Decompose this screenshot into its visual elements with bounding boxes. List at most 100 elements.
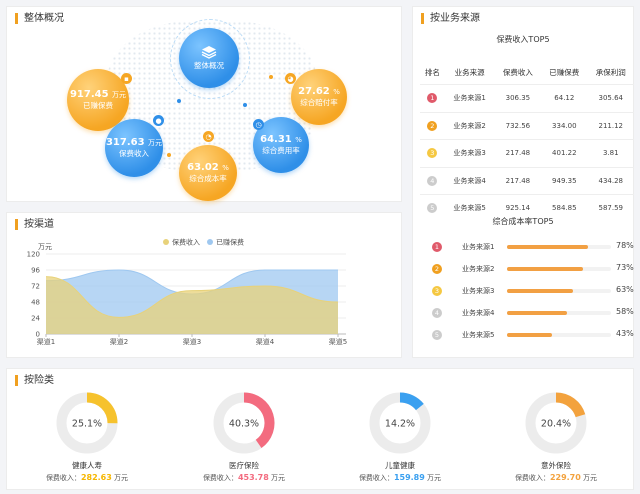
cell-earned: 949.35 (541, 166, 588, 195)
cell-income: 732.56 (494, 111, 542, 140)
overview-center-bubble[interactable]: 整体概况 (179, 28, 239, 88)
income-prefix: 保费收入： (202, 474, 238, 482)
cell-profit: 434.28 (587, 166, 634, 195)
cell-profit: 3.81 (587, 139, 634, 167)
income-value: 282.63 (80, 473, 112, 482)
overview-panel: 整体概况 整体概况 917.45 万元 已赚保费 ▪ 317.63 万元 保费收… (6, 6, 402, 202)
combined-cost-rate-bubble[interactable]: 63.02 % 综合成本率 (179, 145, 237, 201)
header-rank: 排名 (424, 67, 440, 77)
pin-icon: ● (153, 115, 164, 126)
insurance-income: 保费收入：453.78 万元 (174, 473, 314, 483)
y-tick-label: 120 (27, 251, 40, 259)
legend-swatch[interactable] (207, 239, 213, 245)
cell-profit: 305.64 (587, 84, 634, 112)
chart-icon: ◕ (285, 73, 296, 84)
y-tick-label: 72 (31, 283, 40, 291)
rank-badge: 5 (432, 330, 442, 340)
legend-swatch[interactable] (163, 239, 169, 245)
table-row[interactable]: 2 业务来源2 732.56 334.00 211.12 (420, 111, 634, 140)
legend-label[interactable]: 已赚保费 (216, 238, 244, 247)
rate-row[interactable]: 3 业务来源3 63% (420, 285, 635, 297)
rate-source: 业务来源2 (462, 265, 495, 273)
donut-chart[interactable]: 14.2% (369, 392, 431, 454)
cell-earned: 64.12 (541, 84, 588, 112)
rate-row[interactable]: 1 业务来源1 78% (420, 241, 635, 253)
x-tick-label: 渠道5 (329, 337, 347, 346)
combined-cost-rate-label: 综合成本率 (189, 174, 227, 183)
income-prefix: 保费收入： (514, 474, 550, 482)
donut-segment[interactable] (399, 392, 424, 411)
header-source: 业务来源 (454, 67, 485, 77)
income-unit: 万元 (427, 474, 442, 482)
rate-source: 业务来源4 (462, 309, 495, 317)
x-tick-label: 渠道2 (110, 337, 128, 346)
combined-loss-ratio-value: 27.62 (298, 86, 330, 97)
channel-area-chart: 024487296120 渠道1 渠道2 渠道3 渠道4 渠道5 保费收入 已赚保费 万元 (27, 238, 348, 347)
income-unit: 万元 (583, 474, 598, 482)
rate-source: 业务来源5 (462, 331, 495, 339)
header-profit: 承保利润 (595, 67, 626, 77)
combined-cost-rate-unit: % (222, 164, 229, 172)
income-unit: 万元 (271, 474, 286, 482)
decor-dot (269, 75, 273, 79)
table-row[interactable]: 1 业务来源1 306.35 64.12 305.64 (420, 84, 634, 112)
table-row[interactable]: 4 业务来源4 217.48 949.35 434.28 (420, 166, 634, 195)
rank-badge: 4 (427, 175, 438, 186)
rate-track (507, 289, 611, 293)
insurance-income: 保费收入：159.89 万元 (330, 473, 470, 483)
combined-cost-rate-value: 63.02 (187, 162, 219, 173)
donut-percent-label: 25.1% (72, 419, 102, 430)
rate-row[interactable]: 2 业务来源2 73% (420, 263, 635, 275)
legend-label[interactable]: 保费收入 (172, 238, 200, 247)
insurance-name: 意外保险 (541, 461, 571, 470)
rate-track (507, 333, 611, 337)
table-row[interactable]: 3 业务来源3 217.48 401.22 3.81 (420, 139, 634, 167)
combined-loss-ratio-unit: % (333, 88, 340, 96)
donut-percent-label: 14.2% (385, 419, 415, 430)
rate-value: 43% (616, 329, 634, 338)
rate-value: 78% (616, 241, 634, 250)
header-earned: 已赚保费 (549, 67, 580, 77)
rate-bar (507, 267, 583, 271)
rate-value: 73% (616, 263, 634, 272)
earned-premium-value: 917.45 (69, 89, 109, 100)
donut-segment[interactable] (555, 392, 586, 418)
income-value: 453.78 (237, 473, 269, 482)
rate-row[interactable]: 5 业务来源5 43% (420, 329, 635, 341)
rate-value: 58% (616, 307, 634, 316)
income-unit: 万元 (114, 474, 129, 482)
cell-income: 217.48 (494, 166, 542, 195)
rank-badge: 3 (427, 148, 438, 159)
rank-badge: 1 (432, 242, 442, 252)
donut-chart[interactable]: 20.4% (525, 392, 587, 454)
combined-expense-rate-label: 综合费用率 (262, 146, 300, 155)
premium-income-label: 保费收入 (119, 149, 149, 158)
premium-income-bubble[interactable]: 317.63 万元 保费收入 (105, 119, 163, 177)
combined-loss-ratio-label: 综合赔付率 (300, 98, 338, 107)
insurance-name: 医疗保险 (229, 461, 259, 470)
insurance-income: 保费收入：229.70 万元 (486, 473, 626, 483)
cell-earned: 401.22 (541, 139, 588, 167)
combined-loss-ratio-bubble[interactable]: 27.62 % 综合赔付率 (291, 69, 347, 125)
center-label: 整体概况 (194, 61, 224, 70)
income-value: 159.89 (393, 473, 425, 482)
decor-dot (167, 153, 171, 157)
rate-value: 63% (616, 285, 634, 294)
y-axis-label: 万元 (38, 243, 52, 251)
income-value: 229.70 (549, 473, 581, 482)
rank-badge: 3 (432, 286, 442, 296)
cell-profit: 211.12 (587, 111, 634, 140)
donut-chart[interactable]: 25.1% (56, 392, 118, 454)
rate-track (507, 267, 611, 271)
insurance-income: 保费收入：282.63 万元 (17, 473, 157, 483)
combined-expense-rate-unit: % (295, 136, 302, 144)
y-tick-label: 24 (31, 315, 40, 323)
donut-chart[interactable]: 40.3% (213, 392, 275, 454)
rank-badge: 2 (427, 120, 438, 131)
combined-expense-rate-value: 64.31 (260, 134, 292, 145)
insurance-type-title: 按险类 (15, 375, 54, 386)
y-tick-label: 96 (31, 267, 40, 275)
rate-row[interactable]: 4 业务来源4 58% (420, 307, 635, 319)
x-tick-label: 渠道3 (183, 337, 201, 346)
rank-badge: 2 (432, 264, 442, 274)
